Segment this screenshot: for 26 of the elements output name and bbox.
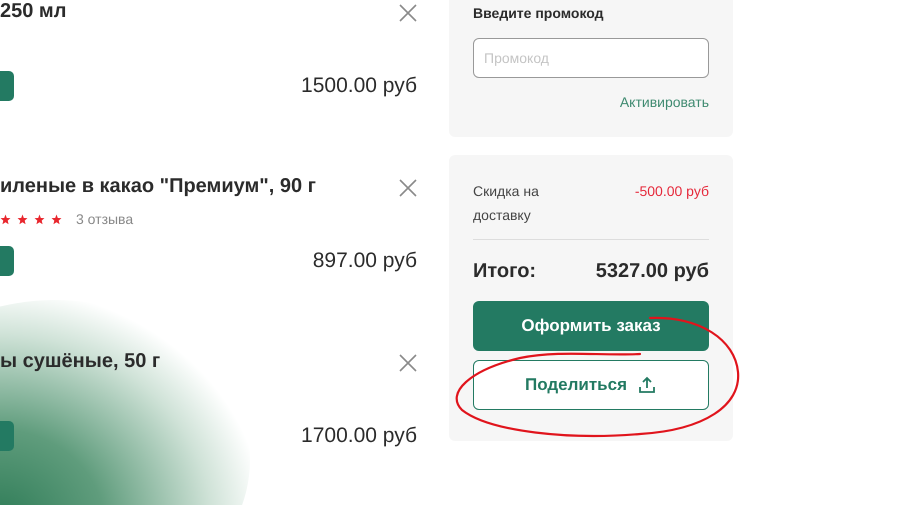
review-count: 3 отзыва <box>76 211 134 227</box>
discount-value: -500.00 руб <box>634 182 709 201</box>
star-icon <box>17 214 28 224</box>
share-button[interactable]: Поделиться <box>473 360 709 410</box>
product-price: 897.00 руб <box>312 249 417 273</box>
promo-input-field[interactable]: Промокод <box>473 38 709 78</box>
discount-label: Скидка на доставку <box>473 182 540 225</box>
decrease-button[interactable] <box>0 71 14 101</box>
product-price: 1700.00 руб <box>301 424 417 448</box>
total-label: Итого: <box>473 260 536 283</box>
activate-link[interactable]: Активировать <box>620 94 709 110</box>
product-title: 250 мл <box>0 0 66 23</box>
star-icon <box>34 214 45 224</box>
star-icon <box>0 214 11 224</box>
close-icon[interactable] <box>399 179 417 197</box>
close-icon[interactable] <box>399 354 417 372</box>
product-price: 1500.00 руб <box>301 74 417 98</box>
total-value: 5327.00 руб <box>596 260 709 283</box>
star-icon <box>51 214 62 224</box>
product-title: иленые в какао "Премиум", 90 г <box>0 175 316 198</box>
checkout-button[interactable]: Оформить заказ <box>473 301 709 351</box>
promo-label: Введите промокод <box>473 5 605 21</box>
decrease-button[interactable] <box>0 246 14 276</box>
share-icon <box>637 375 658 395</box>
product-title: ы сушёные, 50 г <box>0 350 160 373</box>
close-icon[interactable] <box>399 4 417 22</box>
